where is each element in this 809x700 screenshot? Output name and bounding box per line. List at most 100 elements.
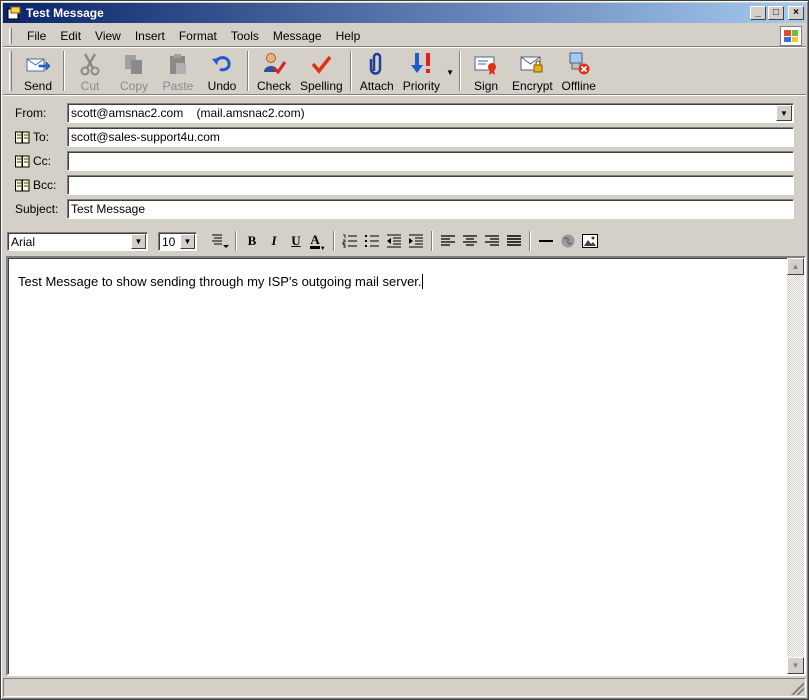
vertical-scrollbar[interactable]: ▲ ▼ bbox=[787, 258, 804, 674]
priority-dropdown[interactable]: ▼ bbox=[444, 51, 456, 93]
offline-icon bbox=[566, 51, 592, 77]
cc-row: Cc: bbox=[1, 151, 809, 171]
toolbar-separator bbox=[459, 51, 462, 91]
font-size-select[interactable]: 10 ▼ bbox=[158, 231, 197, 251]
bcc-label: Bcc: bbox=[33, 178, 57, 192]
menu-grip[interactable] bbox=[9, 27, 12, 44]
scroll-down-button[interactable]: ▼ bbox=[787, 657, 804, 674]
resize-grip[interactable] bbox=[791, 682, 804, 695]
subject-row: Subject: Test Message bbox=[1, 199, 809, 219]
chevron-down-icon: ▼ bbox=[319, 246, 326, 252]
bcc-field[interactable] bbox=[67, 175, 794, 195]
decrease-indent-button[interactable] bbox=[383, 230, 405, 252]
paste-button[interactable]: Paste bbox=[156, 51, 200, 93]
check-names-button[interactable]: Check bbox=[252, 51, 296, 93]
font-color-button[interactable]: A ▼ bbox=[307, 230, 329, 252]
attach-button[interactable]: Attach bbox=[355, 51, 399, 93]
cut-button[interactable]: Cut bbox=[68, 51, 112, 93]
compose-window: Test Message _ □ × File Edit View Insert… bbox=[0, 0, 809, 700]
numbered-list-icon bbox=[342, 234, 357, 248]
cc-address-book-button[interactable]: Cc: bbox=[1, 154, 67, 168]
font-select[interactable]: Arial ▼ bbox=[7, 231, 148, 251]
sign-certificate-icon bbox=[473, 51, 499, 77]
status-bar bbox=[3, 678, 806, 697]
justify-icon bbox=[507, 235, 521, 246]
sign-button[interactable]: Sign bbox=[464, 51, 508, 93]
from-dropdown-button[interactable]: ▼ bbox=[776, 105, 792, 121]
paragraph-style-button[interactable] bbox=[209, 230, 231, 252]
menu-edit[interactable]: Edit bbox=[53, 27, 88, 45]
minimize-button[interactable]: _ bbox=[750, 6, 766, 20]
chevron-up-icon: ▲ bbox=[791, 262, 800, 271]
align-left-button[interactable] bbox=[437, 230, 459, 252]
chevron-down-icon: ▼ bbox=[780, 108, 788, 118]
insert-picture-button[interactable] bbox=[579, 230, 601, 252]
align-right-button[interactable] bbox=[481, 230, 503, 252]
cc-field[interactable] bbox=[67, 151, 794, 171]
subject-label: Subject: bbox=[15, 202, 59, 216]
encrypt-lock-icon bbox=[519, 51, 545, 77]
chevron-down-icon: ▼ bbox=[134, 236, 143, 246]
offline-button[interactable]: Offline bbox=[557, 51, 601, 93]
copy-label: Copy bbox=[119, 79, 148, 93]
window-title: Test Message bbox=[26, 6, 104, 20]
format-separator bbox=[529, 231, 531, 251]
menu-tools[interactable]: Tools bbox=[224, 27, 266, 45]
align-center-button[interactable] bbox=[459, 230, 481, 252]
compose-message-icon bbox=[6, 5, 22, 21]
windows-logo-icon bbox=[780, 26, 802, 46]
address-book-icon bbox=[15, 179, 30, 192]
scroll-up-button[interactable]: ▲ bbox=[787, 258, 804, 275]
numbered-list-button[interactable] bbox=[339, 230, 361, 252]
toolbar-grip[interactable] bbox=[9, 51, 12, 91]
from-value: scott@amsnac2.com (mail.amsnac2.com) bbox=[71, 106, 305, 120]
justify-button[interactable] bbox=[503, 230, 525, 252]
from-select[interactable]: scott@amsnac2.com (mail.amsnac2.com) ▼ bbox=[67, 103, 794, 123]
menu-file[interactable]: File bbox=[20, 27, 53, 45]
offline-label: Offline bbox=[561, 79, 596, 93]
close-button[interactable]: × bbox=[788, 6, 804, 20]
menu-format[interactable]: Format bbox=[172, 27, 224, 45]
insert-hyperlink-button[interactable] bbox=[557, 230, 579, 252]
encrypt-button[interactable]: Encrypt bbox=[508, 51, 557, 93]
underline-button[interactable]: U bbox=[285, 230, 307, 252]
from-label: From: bbox=[15, 106, 47, 120]
to-label: To: bbox=[33, 130, 50, 144]
font-size-dropdown-button[interactable]: ▼ bbox=[180, 233, 195, 249]
italic-button[interactable]: I bbox=[263, 230, 285, 252]
menu-insert[interactable]: Insert bbox=[128, 27, 172, 45]
undo-button[interactable]: Undo bbox=[200, 51, 244, 93]
cc-label: Cc: bbox=[33, 154, 51, 168]
bullet-list-icon bbox=[365, 235, 379, 247]
format-separator bbox=[431, 231, 433, 251]
paste-icon bbox=[165, 51, 191, 77]
to-field[interactable]: scott@sales-support4u.com bbox=[67, 127, 794, 147]
spelling-label: Spelling bbox=[300, 79, 343, 93]
maximize-button[interactable]: □ bbox=[768, 6, 784, 20]
spelling-button[interactable]: Spelling bbox=[296, 51, 347, 93]
paragraph-style-icon bbox=[212, 234, 229, 248]
copy-button[interactable]: Copy bbox=[112, 51, 156, 93]
horizontal-line-button[interactable] bbox=[535, 230, 557, 252]
message-body-text: Test Message to show sending through my … bbox=[18, 274, 422, 289]
send-button[interactable]: Send bbox=[16, 51, 60, 93]
to-address-book-button[interactable]: To: bbox=[1, 130, 67, 144]
menu-message[interactable]: Message bbox=[266, 27, 329, 45]
priority-button[interactable]: Priority bbox=[399, 51, 444, 93]
bcc-address-book-button[interactable]: Bcc: bbox=[1, 178, 67, 192]
chevron-down-icon: ▼ bbox=[446, 67, 454, 77]
increase-indent-button[interactable] bbox=[405, 230, 427, 252]
title-bar[interactable]: Test Message _ □ × bbox=[3, 3, 806, 23]
menu-help[interactable]: Help bbox=[329, 27, 368, 45]
menu-view[interactable]: View bbox=[88, 27, 128, 45]
bold-button[interactable]: B bbox=[241, 230, 263, 252]
message-body[interactable]: Test Message to show sending through my … bbox=[6, 256, 806, 676]
bullet-list-button[interactable] bbox=[361, 230, 383, 252]
main-toolbar: Send Cut Copy Paste Undo Check Spelling … bbox=[3, 49, 806, 95]
paste-label: Paste bbox=[162, 79, 194, 93]
picture-icon bbox=[582, 234, 598, 248]
send-icon bbox=[25, 51, 51, 77]
subject-field[interactable]: Test Message bbox=[67, 199, 794, 219]
font-color-label: A bbox=[310, 232, 320, 249]
font-dropdown-button[interactable]: ▼ bbox=[131, 233, 146, 249]
